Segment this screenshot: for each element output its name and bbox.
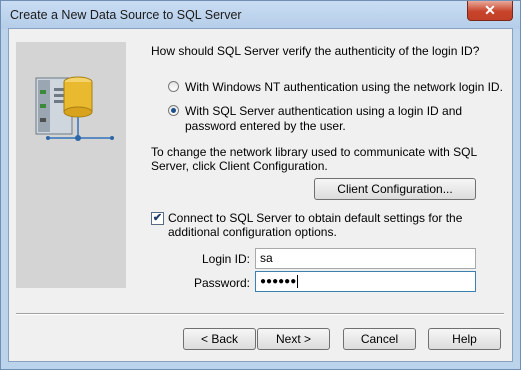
- client-configuration-button[interactable]: Client Configuration...: [314, 178, 476, 200]
- server-network-icon: [35, 76, 114, 141]
- text-caret: [297, 274, 299, 288]
- connect-checkbox[interactable]: ✔: [151, 212, 164, 225]
- auth-question: How should SQL Server verify the authent…: [151, 44, 480, 58]
- radio-button[interactable]: [168, 81, 179, 92]
- network-library-info: To change the network library used to co…: [151, 145, 477, 173]
- cancel-button[interactable]: Cancel: [343, 328, 416, 350]
- password-value: ●●●●●●: [260, 276, 297, 287]
- window-title: Create a New Data Source to SQL Server: [10, 8, 242, 22]
- close-button[interactable]: ✕: [467, 1, 513, 21]
- footer-separator: [16, 313, 504, 315]
- radio-windows-auth-label: With Windows NT authentication using the…: [185, 80, 503, 94]
- next-button[interactable]: Next >: [257, 328, 330, 350]
- help-button[interactable]: Help: [428, 328, 501, 350]
- login-id-input[interactable]: sa: [255, 248, 476, 269]
- login-id-label: Login ID:: [201, 252, 250, 266]
- connect-checkbox-label: Connect to SQL Server to obtain default …: [168, 211, 463, 239]
- back-button[interactable]: < Back: [183, 328, 256, 350]
- connect-checkbox-row[interactable]: ✔ Connect to SQL Server to obtain defaul…: [151, 211, 488, 239]
- title-bar[interactable]: Create a New Data Source to SQL Server ✕: [1, 1, 520, 29]
- password-label: Password:: [193, 276, 250, 290]
- radio-sql-auth[interactable]: With SQL Server authentication using a l…: [168, 104, 498, 134]
- radio-windows-auth[interactable]: With Windows NT authentication using the…: [168, 80, 503, 95]
- close-icon: ✕: [484, 2, 496, 18]
- radio-sql-auth-label: With SQL Server authentication using a l…: [185, 104, 463, 133]
- password-input[interactable]: ●●●●●●: [255, 271, 476, 292]
- radio-button-selected[interactable]: [168, 105, 179, 116]
- wizard-art-panel: [16, 42, 126, 288]
